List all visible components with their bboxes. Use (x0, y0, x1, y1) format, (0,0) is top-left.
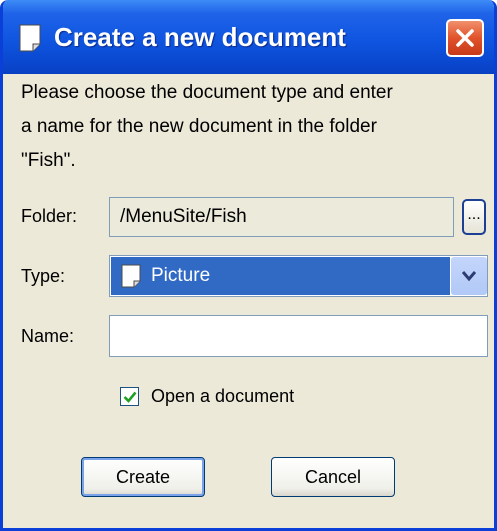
create-document-dialog: Create a new document Please choose the … (0, 0, 497, 531)
open-document-label[interactable]: Open a document (151, 386, 294, 407)
close-button[interactable] (446, 19, 484, 57)
open-document-checkbox[interactable] (120, 387, 139, 406)
type-selected-label: Picture (151, 265, 211, 286)
instructions-line: "Fish". (21, 150, 76, 171)
name-label: Name: (21, 326, 75, 346)
title-bar[interactable]: Create a new document (3, 0, 494, 74)
type-label: Type: (21, 266, 66, 286)
type-dropdown-button[interactable] (451, 257, 487, 295)
instructions-line: a name for the new document in the folde… (21, 116, 377, 137)
document-icon (19, 24, 41, 52)
instructions-line: Please choose the document type and ente… (21, 82, 393, 103)
type-select[interactable]: Picture (109, 255, 488, 297)
checkmark-icon (123, 391, 137, 403)
create-button[interactable]: Create (81, 457, 205, 497)
browse-folder-button[interactable]: ... (462, 199, 486, 235)
instructions-text: Please choose the document type and ente… (21, 76, 471, 178)
folder-label: Folder: (21, 206, 78, 226)
close-icon (456, 29, 474, 47)
cancel-button[interactable]: Cancel (271, 457, 395, 497)
type-selected-option[interactable]: Picture (111, 257, 450, 295)
folder-field: /MenuSite/Fish (109, 197, 454, 237)
folder-value: /MenuSite/Fish (120, 206, 247, 227)
name-input[interactable] (109, 315, 488, 357)
chevron-down-icon (462, 271, 476, 282)
window-title: Create a new document (54, 22, 346, 52)
picture-document-icon (121, 264, 141, 288)
